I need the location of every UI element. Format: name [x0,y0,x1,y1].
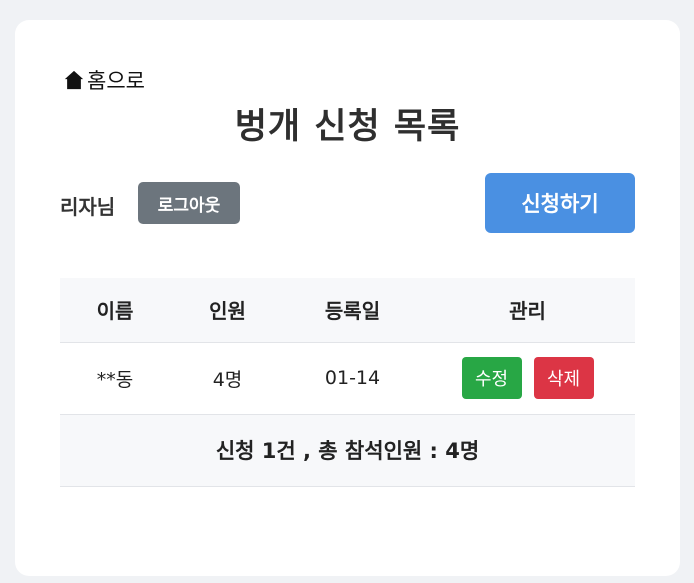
summary-text: 신청 1건 , 총 참석인원 : 4명 [60,414,635,487]
edit-button[interactable]: 수정 [461,357,522,399]
row-name: **동 [60,342,170,415]
table-row: **동 4명 01-14 수정 삭제 [60,342,635,415]
row-count: 4명 [170,342,285,415]
house-icon [64,70,84,90]
table-header-row: 이름 인원 등록일 관리 [60,278,635,343]
user-name: 리자님 [60,195,116,219]
header-manage: 관리 [420,278,635,343]
row-manage: 수정 삭제 [420,342,635,415]
header-date: 등록일 [285,278,420,343]
row-date: 01-14 [285,342,420,415]
header-count: 인원 [170,278,285,343]
summary-row: 신청 1건 , 총 참석인원 : 4명 [60,414,635,487]
home-link[interactable]: 홈으로 [63,67,145,93]
header-name: 이름 [60,278,170,343]
page-title: 벙개 신청 목록 [234,107,461,147]
logout-button[interactable]: 로그아웃 [138,182,240,224]
apply-button[interactable]: 신청하기 [485,173,635,233]
manage-buttons: 수정 삭제 [420,357,635,399]
home-link-label: 홈으로 [87,69,145,93]
main-card: 홈으로 벙개 신청 목록 리자님 로그아웃 신청하기 이름 인원 등록일 관리 … [15,20,680,576]
application-table: 이름 인원 등록일 관리 **동 4명 01-14 수정 삭제 신청 1건 , … [60,278,635,487]
delete-button[interactable]: 삭제 [533,357,594,399]
